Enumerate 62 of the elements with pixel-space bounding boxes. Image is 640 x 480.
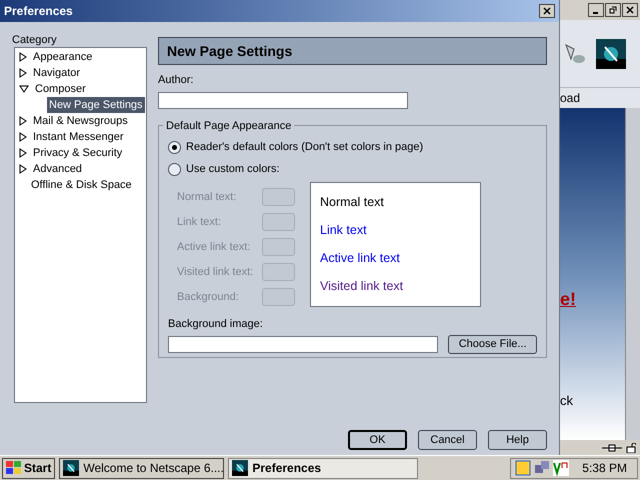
author-field[interactable] xyxy=(158,92,408,108)
toolbar-text: oad xyxy=(560,90,580,107)
color-swatch-button[interactable] xyxy=(262,288,295,306)
page-text: ck xyxy=(560,392,574,410)
minimize-button[interactable] xyxy=(588,3,604,17)
netscape-logo-icon xyxy=(63,460,80,476)
taskbar-task[interactable]: Preferences xyxy=(228,458,418,478)
dialog-button[interactable]: Help xyxy=(488,430,547,450)
category-item[interactable]: Instant Messenger xyxy=(31,128,126,146)
close-button[interactable] xyxy=(539,4,555,18)
clock: 5:38 PM xyxy=(582,460,627,477)
close-icon xyxy=(543,7,551,15)
netscape-logo-icon xyxy=(596,38,626,68)
background-image-label: Background image: xyxy=(168,316,264,332)
dialog-button[interactable]: Cancel xyxy=(418,430,477,450)
windows-flag-icon xyxy=(6,461,22,475)
author-label: Author: xyxy=(158,73,194,88)
taskbar-task[interactable]: Welcome to Netscape 6.... xyxy=(59,458,224,478)
category-item[interactable]: Mail & Newsgroups xyxy=(31,112,130,130)
radio-button[interactable] xyxy=(168,163,181,176)
category-item[interactable]: Offline & Disk Space xyxy=(29,176,134,194)
preview-text: Visited link text xyxy=(320,278,404,296)
color-swatch-button[interactable] xyxy=(262,213,295,231)
restore-button[interactable] xyxy=(605,3,621,17)
color-label: Link text: xyxy=(177,214,222,230)
window-title: Preferences xyxy=(4,3,73,20)
connection-icon xyxy=(602,444,622,452)
vnc-icon[interactable] xyxy=(553,460,570,476)
dialog-button[interactable]: OK xyxy=(348,430,407,450)
radio-option[interactable]: Use custom colors: xyxy=(168,158,537,180)
background-image-field[interactable] xyxy=(168,336,438,353)
close-icon xyxy=(626,6,634,14)
netscape-logo-icon xyxy=(232,460,248,476)
tray-icon[interactable] xyxy=(515,460,532,476)
panel-header: New Page Settings xyxy=(158,37,547,65)
category-item[interactable]: Composer xyxy=(33,80,88,98)
color-swatch-button[interactable] xyxy=(262,188,295,206)
restore-icon xyxy=(609,6,617,14)
color-label: Active link text: xyxy=(177,240,252,255)
network-icon[interactable] xyxy=(534,460,550,476)
lock-icon xyxy=(626,442,636,452)
category-label: Category xyxy=(12,33,58,47)
category-item[interactable]: Navigator xyxy=(31,64,82,82)
close-button[interactable] xyxy=(622,3,638,17)
radio-button[interactable] xyxy=(168,141,181,154)
category-item[interactable]: Privacy & Security xyxy=(31,144,124,162)
color-swatch-button[interactable] xyxy=(262,238,295,256)
radio-option[interactable]: Reader's default colors (Don't set colors in page) xyxy=(168,136,537,158)
category-item[interactable]: Appearance xyxy=(31,48,94,66)
color-label: Normal text: xyxy=(177,190,238,205)
color-swatch-button[interactable] xyxy=(262,263,295,281)
headline-text: e! xyxy=(560,288,578,311)
category-item[interactable]: New Page Settings xyxy=(47,96,145,114)
start-button[interactable]: Start xyxy=(2,458,56,478)
preview-text: Normal text xyxy=(320,194,385,210)
preview-text: Active link text xyxy=(320,250,401,267)
category-item[interactable]: Advanced xyxy=(31,160,84,178)
preview-text: Link text xyxy=(320,222,368,239)
color-label: Visited link text: xyxy=(177,264,254,280)
expanded-triangle-icon[interactable] xyxy=(19,85,29,93)
color-label: Background: xyxy=(177,290,240,305)
choose-file-button[interactable]: Choose File... xyxy=(448,335,537,354)
